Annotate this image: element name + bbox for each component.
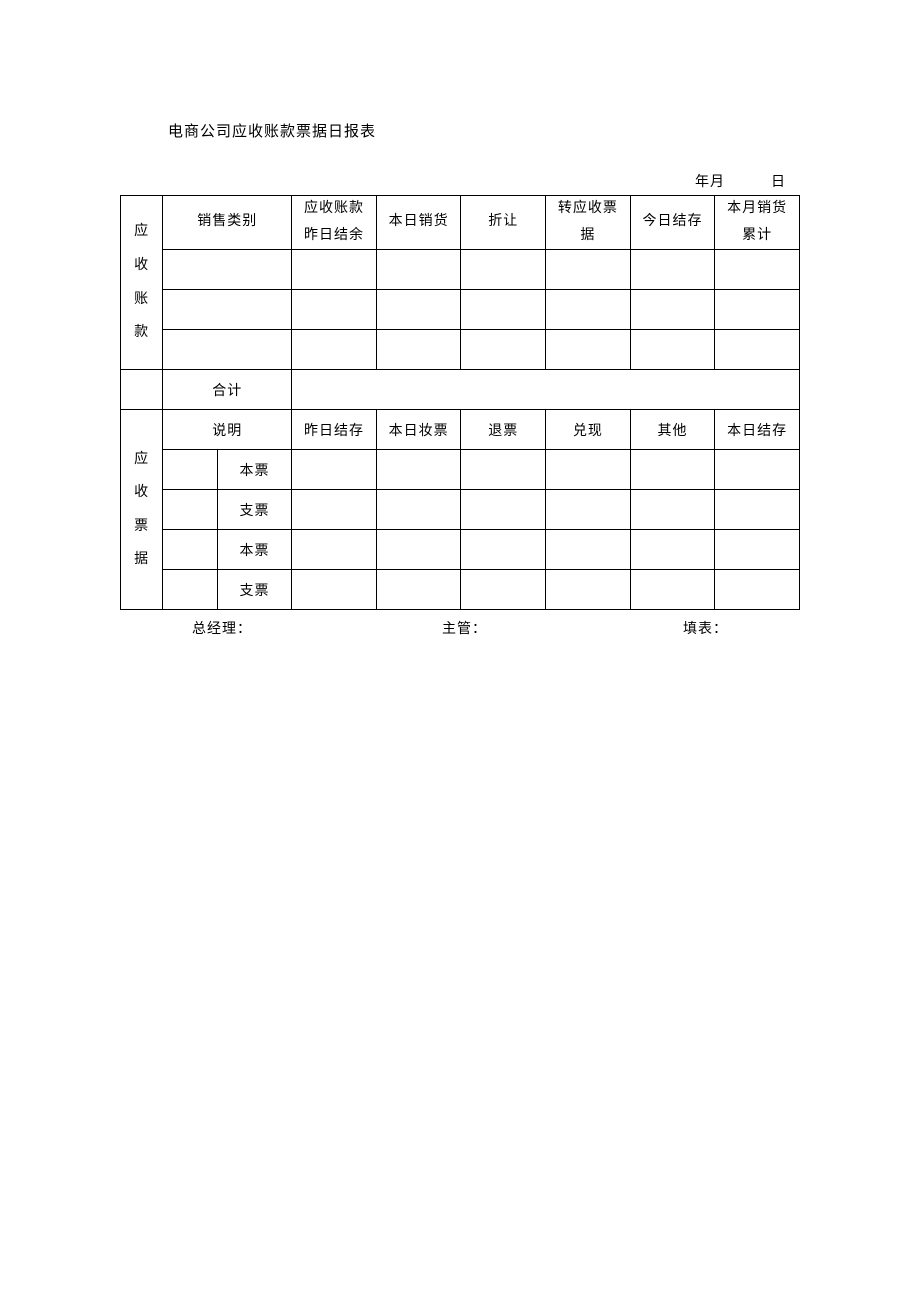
hdr-cashed: 兑现	[546, 410, 631, 450]
cell	[292, 490, 377, 530]
cell	[715, 570, 800, 610]
section1-header-row: 应 收 账 款 销售类别 应收账款 昨日结余 本日销货 折让 转应收票 据 今日…	[121, 196, 800, 250]
hdr-desc: 说明	[163, 410, 292, 450]
cell	[715, 330, 800, 370]
cell	[546, 330, 631, 370]
table-row: 本票	[121, 530, 800, 570]
cell	[630, 570, 715, 610]
cell	[461, 290, 546, 330]
cell	[461, 330, 546, 370]
hdr-prev-balance: 应收账款 昨日结余	[292, 196, 377, 250]
cell	[630, 450, 715, 490]
table-row: 支票	[121, 570, 800, 610]
cell	[715, 250, 800, 290]
section2-vlabel: 应 收 票 据	[121, 410, 163, 610]
cell	[292, 290, 377, 330]
table-row: 支票	[121, 490, 800, 530]
hdr-today-balance2: 本日结存	[715, 410, 800, 450]
cell	[163, 570, 217, 610]
section2-header-row: 应 收 票 据 说明 昨日结存 本日妆票 退票 兑现 其他 本日结存	[121, 410, 800, 450]
cell-blank	[121, 370, 163, 410]
cell	[461, 530, 546, 570]
hdr-prev-balance2: 昨日结存	[292, 410, 377, 450]
cell	[630, 490, 715, 530]
cell	[163, 290, 292, 330]
page-title: 电商公司应收账款票据日报表	[168, 120, 800, 141]
cell	[376, 570, 461, 610]
cell	[546, 450, 631, 490]
sig-general-manager: 总经理：	[192, 618, 252, 638]
cell	[630, 250, 715, 290]
hdr-today-issue: 本日妆票	[376, 410, 461, 450]
cell	[292, 570, 377, 610]
cell	[630, 530, 715, 570]
cell	[546, 490, 631, 530]
document-page: 电商公司应收账款票据日报表 年月 日 应 收 账 款 销售类别 应收账款 昨日结余…	[0, 0, 920, 638]
cell	[376, 490, 461, 530]
cell	[461, 450, 546, 490]
cell: 支票	[217, 490, 292, 530]
report-table: 应 收 账 款 销售类别 应收账款 昨日结余 本日销货 折让 转应收票 据 今日…	[120, 195, 800, 610]
total-value	[292, 370, 800, 410]
date-line: 年月 日	[120, 171, 800, 191]
table-row	[121, 250, 800, 290]
table-row: 本票	[121, 450, 800, 490]
signature-row: 总经理： 主管： 填表：	[120, 618, 800, 638]
section1-total-row: 合计	[121, 370, 800, 410]
sig-preparer: 填表：	[683, 618, 728, 638]
hdr-returned: 退票	[461, 410, 546, 450]
cell	[546, 250, 631, 290]
cell	[163, 250, 292, 290]
cell	[546, 290, 631, 330]
cell	[715, 490, 800, 530]
cell	[715, 290, 800, 330]
hdr-today-sales: 本日销货	[376, 196, 461, 250]
cell	[546, 530, 631, 570]
cell	[461, 250, 546, 290]
section1-vlabel: 应 收 账 款	[121, 196, 163, 370]
cell	[292, 250, 377, 290]
date-day: 日	[771, 175, 786, 190]
cell	[630, 330, 715, 370]
cell	[461, 570, 546, 610]
table-row	[121, 290, 800, 330]
table-row	[121, 330, 800, 370]
cell: 支票	[217, 570, 292, 610]
cell	[376, 290, 461, 330]
cell	[376, 330, 461, 370]
cell	[546, 570, 631, 610]
cell: 本票	[217, 450, 292, 490]
cell	[630, 290, 715, 330]
cell	[715, 530, 800, 570]
hdr-month-cum: 本月销货 累计	[715, 196, 800, 250]
total-label: 合计	[163, 370, 292, 410]
cell	[292, 450, 377, 490]
cell	[715, 450, 800, 490]
cell	[292, 330, 377, 370]
hdr-other: 其他	[630, 410, 715, 450]
date-year-month: 年月	[695, 175, 725, 190]
cell	[292, 530, 377, 570]
hdr-sales-category: 销售类别	[163, 196, 292, 250]
cell	[376, 250, 461, 290]
cell	[163, 490, 217, 530]
cell: 本票	[217, 530, 292, 570]
sig-supervisor: 主管：	[442, 618, 487, 638]
cell	[376, 530, 461, 570]
hdr-transfer-notes: 转应收票 据	[546, 196, 631, 250]
cell	[163, 530, 217, 570]
cell	[461, 490, 546, 530]
hdr-today-balance: 今日结存	[630, 196, 715, 250]
cell	[163, 450, 217, 490]
cell	[376, 450, 461, 490]
hdr-discount: 折让	[461, 196, 546, 250]
cell	[163, 330, 292, 370]
